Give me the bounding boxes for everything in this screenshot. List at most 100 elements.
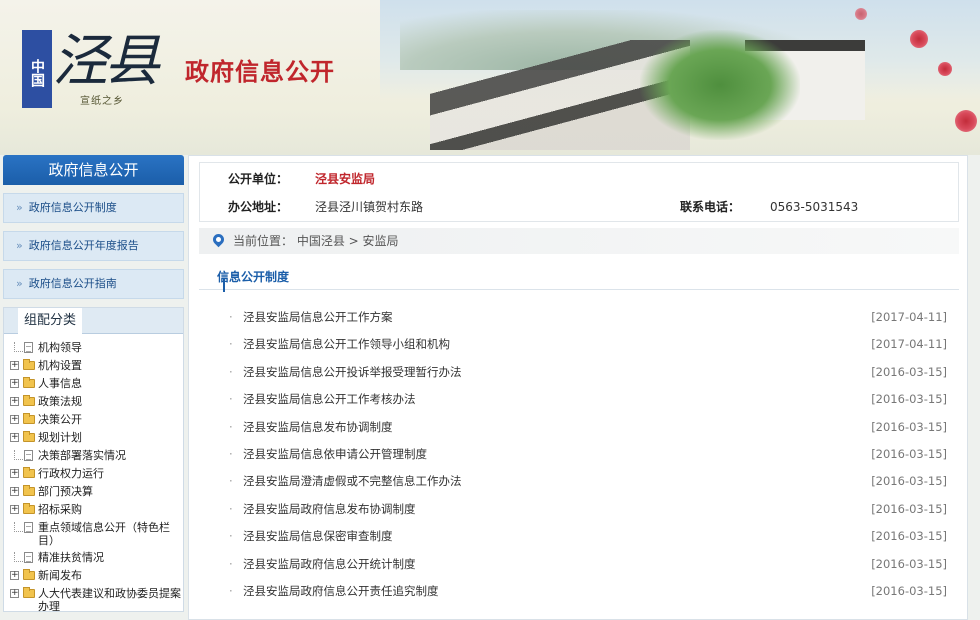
sidebar-link-policy[interactable]: » 政府信息公开制度	[3, 193, 184, 223]
document-link[interactable]: 泾县安监局政府信息公开统计制度	[243, 551, 416, 578]
document-date: [2016-03-15]	[871, 446, 947, 461]
tree-item-label: 行政权力运行	[38, 467, 104, 480]
expand-plus-icon[interactable]: +	[10, 469, 19, 478]
tree-item[interactable]: 决策部署落实情况	[10, 447, 183, 465]
sidebar-link-label: 政府信息公开指南	[28, 277, 117, 290]
bullet-icon: ·	[229, 529, 233, 544]
folder-icon	[23, 359, 35, 370]
document-date: [2016-03-15]	[871, 501, 947, 516]
tree-item[interactable]: + 规划计划	[10, 429, 183, 447]
list-item: · 泾县安监局信息公开工作考核办法 [2016-03-15]	[229, 386, 947, 413]
bullet-icon: ·	[229, 364, 233, 379]
expand-plus-icon[interactable]: +	[10, 505, 19, 514]
address-value: 泾县泾川镇贺村东路	[315, 200, 424, 214]
bullet-icon: ·	[229, 446, 233, 461]
site-title: 政府信息公开	[185, 57, 335, 86]
document-date: [2016-03-15]	[871, 474, 947, 489]
expand-plus-icon[interactable]: +	[10, 487, 19, 496]
document-link[interactable]: 泾县安监局信息公开投诉举报受理暂行办法	[243, 359, 462, 386]
site-logo[interactable]: 中国 泾县 宣纸之乡	[22, 22, 172, 122]
document-link[interactable]: 泾县安监局信息发布协调制度	[243, 414, 393, 441]
tree-item[interactable]: + 部门预决算	[10, 483, 183, 501]
document-icon	[24, 552, 33, 563]
expand-plus-icon[interactable]: +	[10, 433, 19, 442]
tree-item[interactable]: + 招标采购	[10, 501, 183, 519]
tree-item-label: 政策法规	[38, 395, 82, 408]
document-link[interactable]: 泾县安监局政府信息发布协调制度	[243, 496, 416, 523]
category-panel-title: 组配分类	[18, 308, 83, 334]
bullet-icon: ·	[229, 583, 233, 598]
folder-icon	[23, 569, 35, 580]
document-icon	[24, 342, 33, 353]
list-item: · 泾县安监局政府信息公开统计制度 [2016-03-15]	[229, 551, 947, 578]
expand-plus-icon[interactable]: +	[10, 589, 19, 598]
bullet-icon: ·	[229, 556, 233, 571]
category-tree: 机构领导 + 机构设置 + 人事信息 + 政策法规 + 决策公开 + 规划计划 决策部署落实情况 + 行政…	[4, 334, 183, 615]
expand-plus-icon[interactable]: +	[10, 361, 19, 370]
document-date: [2016-03-15]	[871, 556, 947, 571]
tree-item[interactable]: + 新闻发布	[10, 567, 183, 585]
document-link[interactable]: 泾县安监局信息依申请公开管理制度	[243, 441, 427, 468]
list-item: · 泾县安监局政府信息发布协调制度 [2016-03-15]	[229, 496, 947, 523]
document-link[interactable]: 泾县安监局信息公开工作领导小组和机构	[243, 331, 450, 358]
tree-item-label: 部门预决算	[38, 485, 93, 498]
document-link[interactable]: 泾县安监局信息公开工作考核办法	[243, 386, 416, 413]
tree-item-label: 机构领导	[38, 341, 82, 354]
logo-tagline: 宣纸之乡	[80, 96, 124, 107]
document-date: [2017-04-11]	[871, 310, 947, 324]
document-link[interactable]: 泾县安监局澄清虚假或不完整信息工作办法	[243, 468, 462, 495]
address-label: 办公地址：	[228, 200, 289, 214]
bullet-icon: ·	[229, 474, 233, 489]
blossom-icon	[938, 62, 952, 76]
tree-item[interactable]: + 机构设置	[10, 357, 183, 375]
tree-item[interactable]: + 决策公开	[10, 411, 183, 429]
expand-plus-icon[interactable]: +	[10, 397, 19, 406]
unit-label: 公开单位：	[228, 172, 289, 186]
unit-row: 公开单位： 泾县安监局	[200, 165, 958, 193]
bullet-icon: ·	[229, 392, 233, 407]
main-content: 公开单位： 泾县安监局 办公地址： 泾县泾川镇贺村东路 联系电话： 0563-5…	[188, 155, 968, 620]
section-header: 信息公开制度	[199, 264, 959, 292]
document-link[interactable]: 泾县安监局信息保密审查制度	[243, 523, 393, 550]
double-chevron-right-icon: »	[16, 277, 23, 290]
sidebar-link-label: 政府信息公开年度报告	[28, 239, 139, 252]
tree-item-label: 重点领域信息公开（特色栏目）	[38, 521, 170, 547]
tree-item[interactable]: 重点领域信息公开（特色栏目）	[10, 519, 183, 549]
document-date: [2016-03-15]	[871, 529, 947, 544]
document-date: [2016-03-15]	[871, 392, 947, 407]
folder-icon	[23, 431, 35, 442]
list-item: · 泾县安监局澄清虚假或不完整信息工作办法 [2016-03-15]	[229, 468, 947, 495]
banner-trees	[640, 30, 800, 140]
folder-icon	[23, 503, 35, 514]
document-icon	[24, 522, 33, 533]
expand-plus-icon[interactable]: +	[10, 379, 19, 388]
sidebar-link-annual-report[interactable]: » 政府信息公开年度报告	[3, 231, 184, 261]
folder-icon	[23, 377, 35, 388]
document-date: [2016-03-15]	[871, 583, 947, 598]
tree-item[interactable]: + 人事信息	[10, 375, 183, 393]
tree-item-label: 精准扶贫情况	[38, 551, 104, 564]
tree-item[interactable]: 精准扶贫情况	[10, 549, 183, 567]
breadcrumb-text[interactable]: 当前位置： 中国泾县 > 安监局	[233, 228, 399, 254]
sidebar-link-guide[interactable]: » 政府信息公开指南	[3, 269, 184, 299]
expand-plus-icon[interactable]: +	[10, 571, 19, 580]
tree-item-label: 人事信息	[38, 377, 82, 390]
document-link[interactable]: 泾县安监局政府信息公开责任追究制度	[243, 578, 439, 605]
expand-plus-icon[interactable]: +	[10, 415, 19, 424]
tree-item[interactable]: + 人大代表建议和政协委员提案办理	[10, 585, 183, 615]
document-link[interactable]: 泾县安监局信息公开工作方案	[243, 304, 393, 331]
location-pin-icon	[210, 231, 227, 248]
tree-item[interactable]: 机构领导	[10, 339, 183, 357]
tree-item[interactable]: + 行政权力运行	[10, 465, 183, 483]
list-item: · 泾县安监局信息发布协调制度 [2016-03-15]	[229, 414, 947, 441]
document-date: [2016-03-15]	[871, 419, 947, 434]
sidebar: 政府信息公开 » 政府信息公开制度 » 政府信息公开年度报告 » 政府信息公开指南 组…	[3, 155, 184, 620]
tree-item-label: 招标采购	[38, 503, 82, 516]
bullet-icon: ·	[229, 419, 233, 434]
sidebar-title: 政府信息公开	[3, 155, 184, 185]
category-panel-header: 组配分类	[4, 308, 183, 334]
double-chevron-right-icon: »	[16, 239, 23, 252]
section-title: 信息公开制度	[217, 270, 290, 284]
tree-item[interactable]: + 政策法规	[10, 393, 183, 411]
tree-connector	[14, 342, 23, 352]
